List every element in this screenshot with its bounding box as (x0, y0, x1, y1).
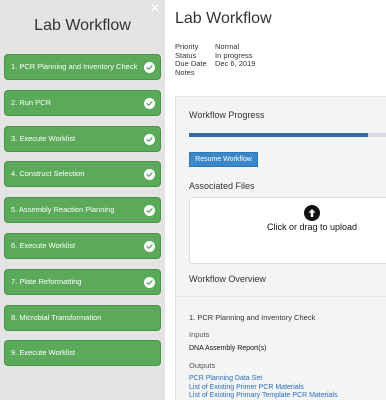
section-divider (176, 296, 386, 297)
workflow-step-button[interactable]: 6. Execute Worklist (4, 232, 161, 259)
workflow-panel: Workflow Progress Resume Workflow Associ… (175, 96, 386, 400)
output-link[interactable]: List of Existing Primer PCR Materials (189, 384, 337, 393)
outputs-label: Outputs (189, 361, 216, 370)
workflow-step-label: 6. Execute Worklist (11, 240, 76, 250)
workflow-step-button[interactable]: 8. Microbial Transformation (4, 304, 161, 331)
check-icon (144, 133, 155, 145)
workflow-step-label: 3. Execute Worklist (11, 133, 76, 143)
meta-key: Notes (175, 67, 195, 77)
check-icon (144, 276, 155, 288)
check-icon (144, 97, 155, 109)
workflow-step-button[interactable]: 7. Plate Reformatting (4, 268, 161, 295)
workflow-step-label: 2. Run PCR (11, 97, 52, 107)
workflow-meta: Priority Normal Status In progress Due D… (175, 42, 256, 78)
overview-section-title: Workflow Overview (189, 274, 266, 284)
input-item: DNA Assembly Report(s) (189, 345, 267, 352)
meta-row-notes: Notes (175, 67, 255, 78)
upload-text: Click or drag to upload (267, 222, 358, 232)
resume-workflow-button[interactable]: Resume Workflow (189, 152, 258, 167)
sidebar: ✕ Lab Workflow 1. PCR Planning and Inven… (0, 0, 165, 400)
output-link[interactable]: PCR Planning Data Set (189, 375, 337, 384)
workflow-step-button[interactable]: 2. Run PCR (4, 89, 161, 116)
close-icon[interactable]: ✕ (149, 2, 161, 14)
check-icon (144, 62, 155, 73)
workflow-step-label: 8. Microbial Transformation (11, 312, 102, 322)
workflow-step-button[interactable]: 5. Assembly Reaction Planning (4, 197, 161, 224)
workflow-step-list: 1. PCR Planning and Inventory Check 2. Ru… (4, 54, 161, 376)
main-content: Lab Workflow Priority Normal Status In p… (165, 0, 386, 400)
sidebar-title: Lab Workflow (34, 17, 131, 34)
outputs-list: PCR Planning Data Set List of Existing P… (189, 375, 337, 400)
file-upload-dropzone[interactable]: Click or drag to upload (189, 197, 386, 264)
workflow-step-button[interactable]: 4. Construct Selection (4, 161, 161, 188)
workflow-step-button[interactable]: 1. PCR Planning and Inventory Check (4, 54, 161, 80)
workflow-step-label: 7. Plate Reformatting (11, 276, 82, 286)
workflow-step-button[interactable]: 3. Execute Worklist (4, 125, 161, 152)
overview-step-title: 1. PCR Planning and Inventory Check (189, 313, 316, 322)
check-icon (144, 240, 155, 252)
page-title: Lab Workflow (175, 10, 272, 27)
workflow-step-label: 1. PCR Planning and Inventory Check (11, 62, 138, 71)
check-icon (144, 205, 155, 217)
meta-value: Dec 6, 2019 (215, 59, 256, 69)
progress-section-title: Workflow Progress (189, 110, 265, 120)
workflow-step-label: 5. Assembly Reaction Planning (11, 205, 115, 215)
inputs-label: Inputs (189, 330, 210, 339)
output-link[interactable]: List of Existing Primary Template PCR Ma… (189, 392, 337, 400)
check-icon (144, 169, 155, 181)
files-section-title: Associated Files (189, 181, 255, 191)
workflow-step-button[interactable]: 9. Execute Worklist (4, 340, 161, 367)
workflow-step-label: 4. Construct Selection (11, 169, 85, 179)
progress-bar-fill (189, 133, 368, 137)
progress-bar (189, 133, 386, 137)
upload-arrow-icon (304, 205, 320, 221)
workflow-step-label: 9. Execute Worklist (11, 348, 76, 358)
